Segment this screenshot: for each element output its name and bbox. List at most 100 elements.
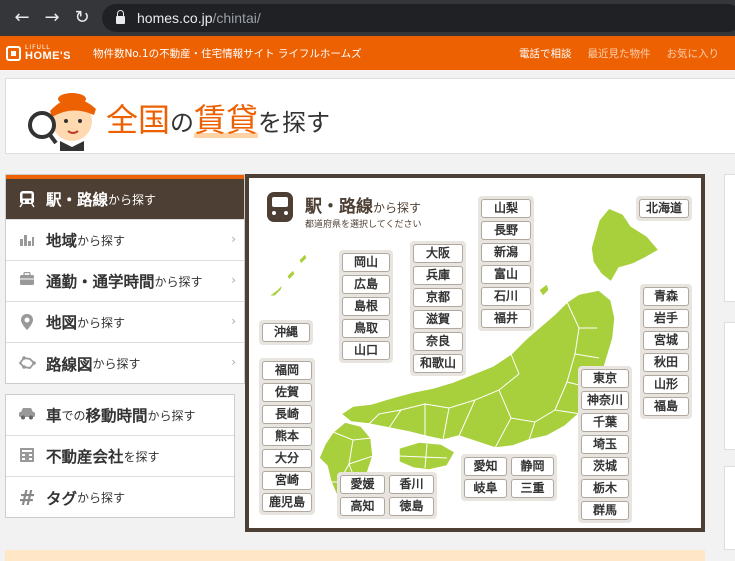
pref-button[interactable]: 大分	[262, 449, 312, 468]
pref-button[interactable]: 奈良	[413, 332, 463, 351]
okinawa-island-shape[interactable]	[298, 253, 308, 265]
map-pin-icon	[18, 313, 36, 331]
chevron-right-icon: ›	[231, 273, 236, 287]
pref-button[interactable]: 群馬	[581, 501, 629, 520]
menu-item-area[interactable]: 地域 から探す ›	[6, 220, 244, 261]
menu-item-map[interactable]: 地図 から探す ›	[6, 302, 244, 343]
recent-viewed-link[interactable]: 最近見た物件	[588, 46, 651, 61]
pref-button[interactable]: 兵庫	[413, 266, 463, 285]
pref-button[interactable]: 宮城	[643, 331, 689, 350]
browser-toolbar: ← → ↻ homes.co.jp/chintai/	[0, 0, 735, 36]
pref-button[interactable]: 香川	[389, 475, 434, 494]
region-tohoku: 青森 岩手 宮城 秋田 山形 福島	[640, 284, 692, 419]
menu-item-label: 通勤・通学時間	[46, 273, 155, 291]
pref-button[interactable]: 岐阜	[464, 479, 507, 498]
pref-button[interactable]: 長崎	[262, 405, 312, 424]
side-card[interactable]	[724, 174, 735, 302]
side-card[interactable]	[724, 322, 735, 450]
menu-item-commute[interactable]: 通勤・通学時間 から探す ›	[6, 261, 244, 302]
pref-button[interactable]: 鳥取	[342, 319, 390, 338]
pref-button[interactable]: 福島	[643, 397, 689, 416]
pref-button[interactable]: 山口	[342, 341, 390, 360]
pref-button[interactable]: 熊本	[262, 427, 312, 446]
url-text: homes.co.jp/chintai/	[137, 10, 261, 26]
menu-item-car-time[interactable]: 車での 移動時間 から探す	[6, 395, 234, 436]
pref-button[interactable]: 山形	[643, 375, 689, 394]
site-tagline: 物件数No.1の不動産・住宅情報サイト ライフルホームズ	[92, 47, 362, 60]
briefcase-icon	[18, 271, 36, 290]
menu-item-label: 不動産会社	[46, 448, 124, 466]
pref-button[interactable]: 大阪	[413, 244, 463, 263]
address-bar[interactable]: homes.co.jp/chintai/	[102, 4, 735, 32]
okinawa-island-shape[interactable]	[286, 269, 296, 281]
pref-button[interactable]: 富山	[481, 265, 531, 284]
pref-button[interactable]: 青森	[643, 287, 689, 306]
homes-logo-icon	[6, 45, 21, 61]
side-card[interactable]	[724, 466, 735, 550]
pref-button[interactable]: 千葉	[581, 413, 629, 432]
menu-item-station[interactable]: 駅・路線 から探す	[6, 175, 244, 220]
menu-item-sublabel: での	[61, 408, 86, 423]
pref-button[interactable]: 東京	[581, 369, 629, 388]
pref-button[interactable]: 沖縄	[262, 323, 310, 342]
pref-button[interactable]: 埼玉	[581, 435, 629, 454]
detective-mascot-icon	[28, 93, 96, 151]
region-tokai: 愛知 静岡 岐阜 三重	[461, 454, 557, 501]
pref-button[interactable]: 栃木	[581, 479, 629, 498]
pref-button[interactable]: 北海道	[639, 199, 689, 218]
car-icon	[18, 406, 36, 424]
menu-item-sublabel: を探す	[123, 449, 160, 464]
pref-button[interactable]: 徳島	[389, 497, 434, 516]
pref-button[interactable]: 広島	[342, 275, 390, 294]
pref-button[interactable]: 佐賀	[262, 383, 312, 402]
pref-button[interactable]: 鹿児島	[262, 493, 312, 512]
pref-button[interactable]: 福井	[481, 309, 531, 328]
pref-button[interactable]: 宮崎	[262, 471, 312, 490]
menu-item-label: 路線図	[46, 355, 93, 374]
promo-banner[interactable]	[5, 550, 705, 561]
chevron-right-icon: ›	[231, 355, 236, 369]
pref-button[interactable]: 滋賀	[413, 310, 463, 329]
pref-button[interactable]: 京都	[413, 288, 463, 307]
menu-item-tag[interactable]: # タグ から探す	[6, 477, 234, 518]
pref-button[interactable]: 高知	[340, 497, 385, 516]
region-kanto: 東京 神奈川 千葉 埼玉 茨城 栃木 群馬	[578, 366, 632, 523]
menu-item-agent[interactable]: 不動産会社 を探す	[6, 436, 234, 477]
pref-button[interactable]: 新潟	[481, 243, 531, 262]
pref-button[interactable]: 岡山	[342, 253, 390, 272]
reload-icon[interactable]: ↻	[72, 8, 92, 28]
back-arrow-icon[interactable]: ←	[12, 8, 32, 28]
pref-button[interactable]: 三重	[511, 479, 554, 498]
menu-item-sublabel: から探す	[77, 233, 126, 248]
pref-button[interactable]: 茨城	[581, 457, 629, 476]
chevron-right-icon: ›	[231, 314, 236, 328]
pref-button[interactable]: 静岡	[511, 457, 554, 476]
pref-button[interactable]: 福岡	[262, 361, 312, 380]
menu-item-sublabel: から探す	[108, 192, 157, 207]
sado-island-shape[interactable]	[538, 283, 550, 297]
pref-button[interactable]: 島根	[342, 297, 390, 316]
menu-item-label: 駅・路線	[46, 191, 109, 209]
phone-consult-link[interactable]: 電話で相談	[519, 46, 572, 61]
region-hokkaido: 北海道	[636, 196, 692, 221]
pref-button[interactable]: 愛媛	[340, 475, 385, 494]
pref-button[interactable]: 愛知	[464, 457, 507, 476]
homes-logo[interactable]: LIFULL HOME'S	[6, 44, 71, 62]
pref-button[interactable]: 岩手	[643, 309, 689, 328]
okinawa-shape[interactable]	[267, 283, 284, 297]
region-okinawa: 沖縄	[259, 320, 313, 345]
pref-button[interactable]: 石川	[481, 287, 531, 306]
favorites-link[interactable]: お気に入り	[667, 46, 720, 61]
pref-button[interactable]: 長野	[481, 221, 531, 240]
menu-item-route-map[interactable]: 路線図 から探す ›	[6, 343, 244, 384]
menu-item-label: 地図	[46, 314, 78, 332]
menu-item-sublabel: から探す	[77, 491, 126, 505]
region-shikoku: 愛媛 香川 高知 徳島	[337, 472, 437, 519]
menu-item-sublabel: から探す	[154, 274, 203, 289]
pref-button[interactable]: 山梨	[481, 199, 531, 218]
pref-button[interactable]: 神奈川	[581, 391, 629, 410]
menu-item-label: 車	[46, 407, 62, 425]
pref-button[interactable]: 秋田	[643, 353, 689, 372]
pref-button[interactable]: 和歌山	[413, 354, 463, 373]
forward-arrow-icon[interactable]: →	[42, 8, 62, 28]
